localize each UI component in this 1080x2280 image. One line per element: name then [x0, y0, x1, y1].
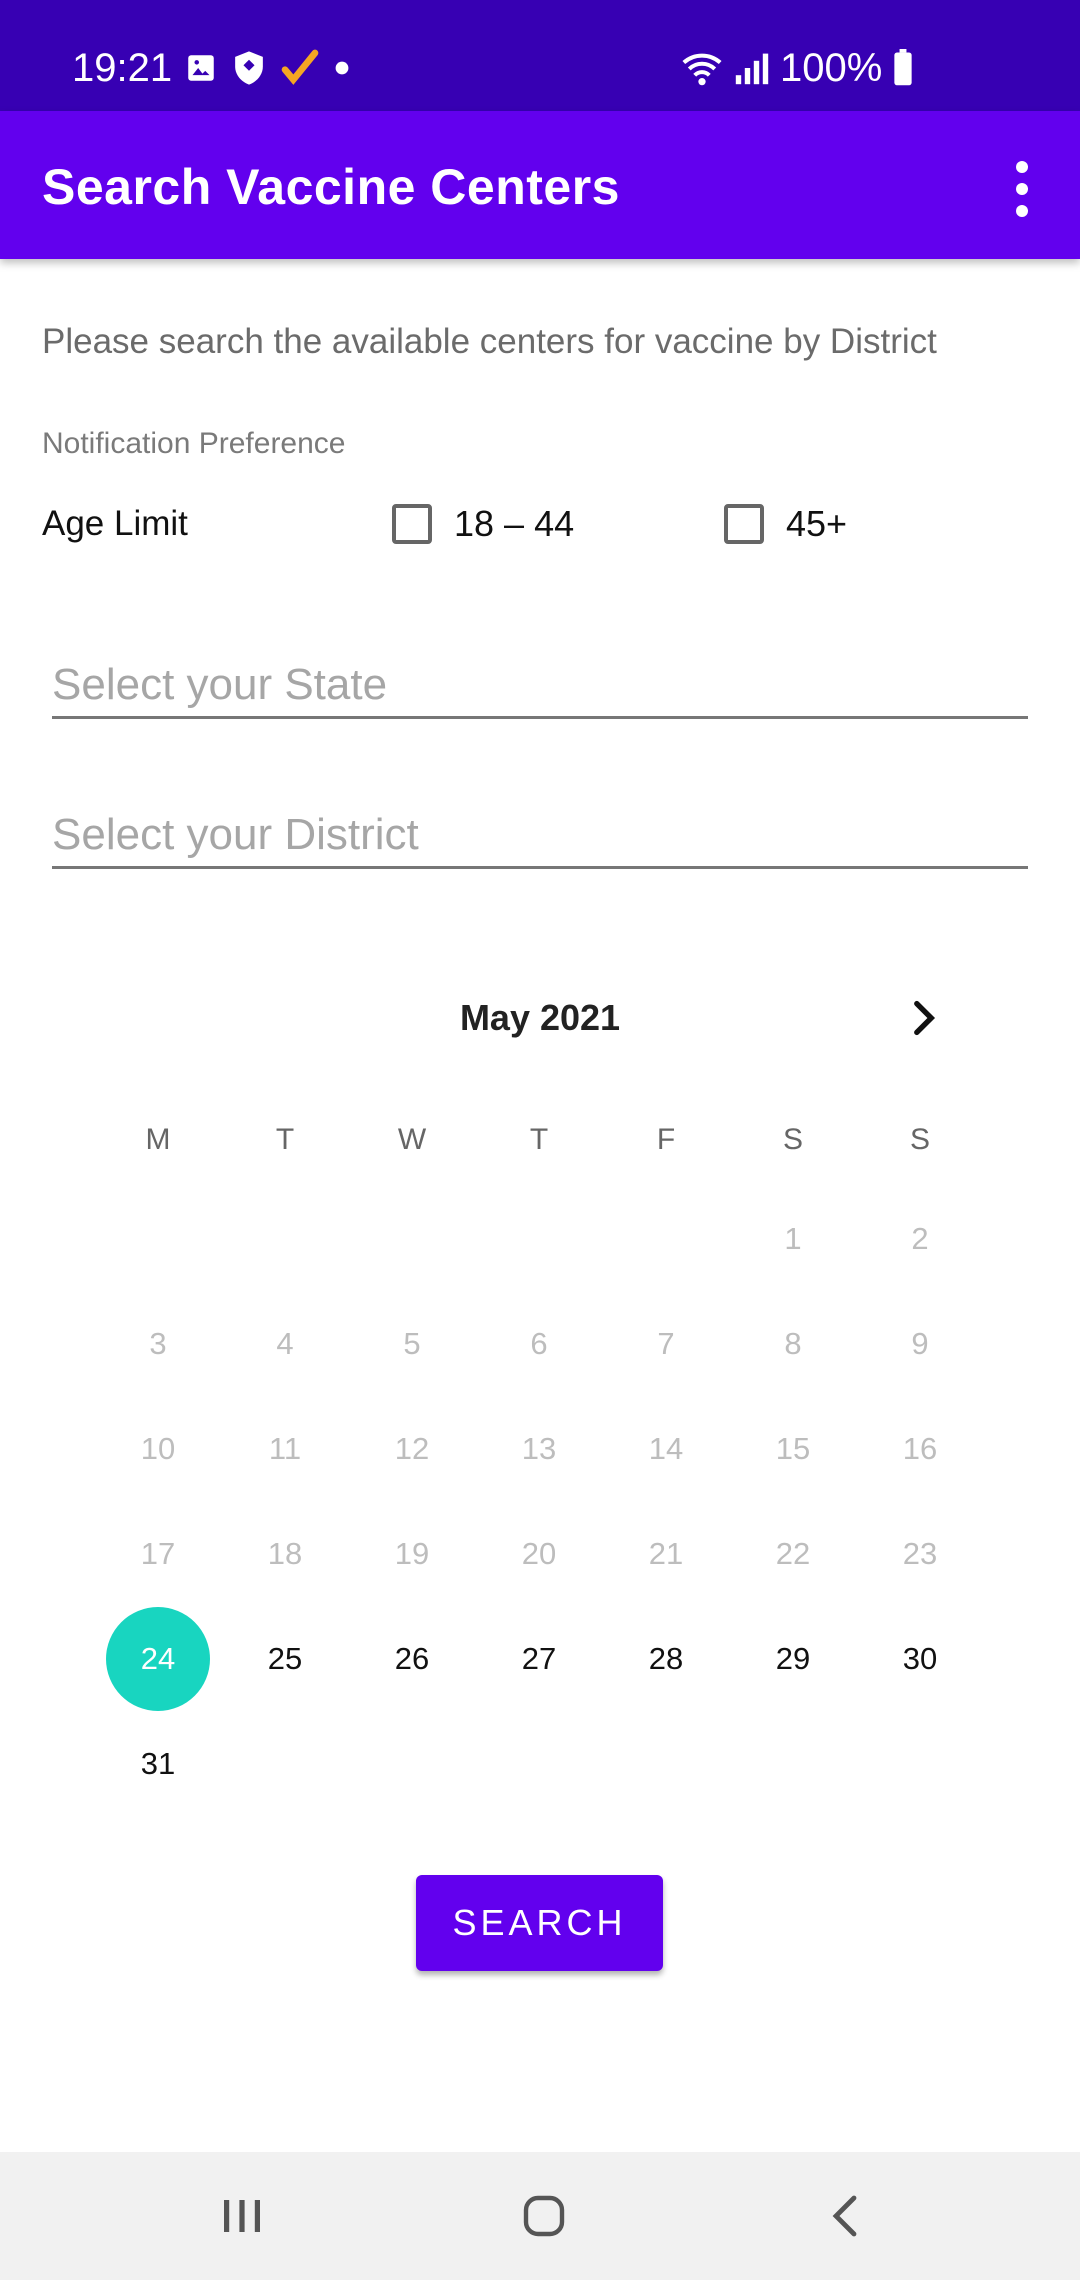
- weekday-label: T: [529, 1123, 549, 1156]
- back-icon[interactable]: [816, 2186, 876, 2246]
- calendar-day: 22: [775, 1536, 811, 1571]
- calendar-day: 14: [648, 1431, 684, 1466]
- calendar-day: 19: [394, 1536, 430, 1571]
- weekday-label: F: [656, 1123, 676, 1156]
- age-option-label: 18 – 44: [454, 503, 575, 544]
- weekday-label: W: [397, 1123, 427, 1156]
- calendar-day: 1: [784, 1221, 802, 1256]
- calendar-day: 6: [530, 1326, 548, 1361]
- calendar-day: 7: [657, 1326, 675, 1361]
- checkbox-box[interactable]: [724, 504, 764, 544]
- state-input[interactable]: [52, 660, 1028, 710]
- search-button[interactable]: SEARCH: [416, 1875, 663, 1971]
- dot-icon: [335, 61, 349, 75]
- calendar-day: 13: [521, 1431, 557, 1466]
- checkmark-icon: [281, 49, 319, 85]
- calendar-day[interactable]: 29: [741, 1607, 845, 1711]
- calendar-day: 11: [268, 1431, 302, 1466]
- district-field[interactable]: [52, 786, 1028, 869]
- age-option-label: 45+: [786, 503, 848, 544]
- calendar-day[interactable]: 25: [233, 1607, 337, 1711]
- image-icon: [188, 55, 214, 81]
- notification-preference-label: Notification Preference: [42, 427, 346, 460]
- calendar-day: 9: [911, 1326, 929, 1361]
- app-bar: Search Vaccine Centers: [0, 111, 1080, 259]
- status-bar: 19:21 100%: [0, 0, 1080, 111]
- age-45-plus-checkbox[interactable]: 45+: [724, 496, 847, 552]
- district-input[interactable]: [52, 810, 1028, 860]
- navigation-bar: [0, 2152, 1080, 2280]
- more-vert-icon[interactable]: [1002, 161, 1042, 217]
- calendar-day: 12: [394, 1431, 430, 1466]
- calendar-day[interactable]: 31: [106, 1712, 210, 1816]
- calendar-day: 10: [140, 1431, 176, 1466]
- checkbox-box[interactable]: [392, 504, 432, 544]
- home-icon[interactable]: [514, 2186, 574, 2246]
- state-field[interactable]: [52, 636, 1028, 719]
- calendar-day[interactable]: 30: [868, 1607, 972, 1711]
- recents-icon[interactable]: [212, 2186, 272, 2246]
- calendar-day: 17: [140, 1536, 176, 1571]
- age-18-44-checkbox[interactable]: 18 – 44: [392, 496, 574, 552]
- status-time: 19:21: [72, 46, 173, 90]
- calendar-day: 20: [521, 1536, 557, 1571]
- description-text: Please search the available centers for …: [42, 322, 937, 361]
- wifi-icon: [682, 53, 722, 86]
- shield-icon: [235, 51, 263, 85]
- page-title: Search Vaccine Centers: [42, 159, 620, 215]
- calendar-day: 23: [902, 1536, 938, 1571]
- calendar-day: 3: [149, 1326, 167, 1361]
- battery-icon: [894, 49, 912, 86]
- weekday-label: S: [909, 1123, 930, 1156]
- calendar-day[interactable]: 26: [360, 1607, 464, 1711]
- battery-percent: 100%: [780, 46, 883, 90]
- calendar-day: 5: [403, 1326, 421, 1361]
- calendar-day-selected[interactable]: 24: [106, 1607, 210, 1711]
- calendar-day: 15: [775, 1431, 811, 1466]
- weekday-label: T: [275, 1123, 295, 1156]
- calendar-day[interactable]: 28: [614, 1607, 718, 1711]
- calendar-day: 4: [276, 1326, 294, 1361]
- weekday-label: M: [145, 1123, 171, 1156]
- calendar-day: 16: [902, 1431, 938, 1466]
- chevron-right-icon[interactable]: [900, 994, 948, 1042]
- calendar-day: 2: [911, 1221, 929, 1256]
- calendar-day: 8: [784, 1326, 802, 1361]
- calendar-day: 18: [267, 1536, 303, 1571]
- weekday-label: S: [782, 1123, 803, 1156]
- age-limit-label: Age Limit: [42, 504, 188, 543]
- signal-icon: [735, 53, 769, 85]
- calendar-day[interactable]: 27: [487, 1607, 591, 1711]
- calendar-day: 21: [648, 1536, 684, 1571]
